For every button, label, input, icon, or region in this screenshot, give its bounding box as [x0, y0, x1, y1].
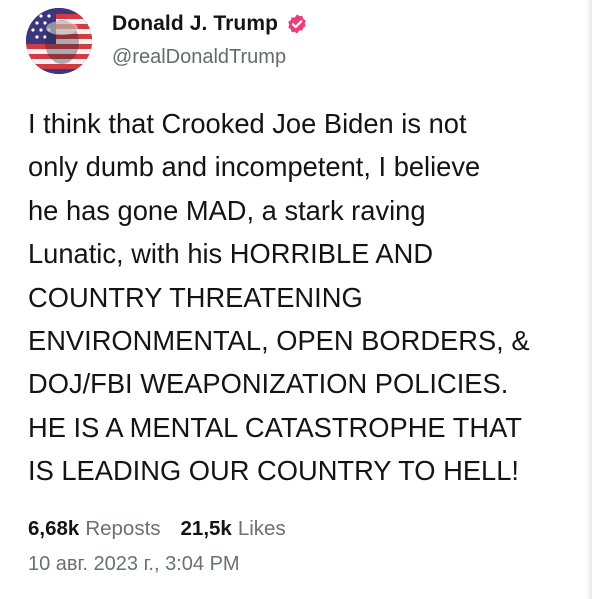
post-card: Donald J. Trump @realDonaldTrump I think… [0, 0, 592, 599]
likes-stat[interactable]: 21,5k Likes [181, 517, 286, 541]
avatar-image [26, 8, 92, 74]
post-text-line: DOJ/FBI WEAPONIZATION POLICIES. [28, 368, 509, 400]
post-text-line: ENVIRONMENTAL, OPEN BORDERS, & [28, 325, 530, 357]
post-text-line: IS LEADING OUR COUNTRY TO HELL! [28, 455, 519, 487]
post-stats: 6,68k Reposts 21,5k Likes [28, 517, 286, 541]
post-text-line: COUNTRY THREATENING [28, 281, 363, 313]
avatar[interactable] [26, 8, 92, 74]
post-text-line: Lunatic, with his HORRIBLE AND [28, 238, 434, 270]
post-text-line: I think that Crooked Joe Biden is not [28, 108, 467, 139]
post-text-line: only dumb and incompetent, I believe [28, 151, 481, 183]
reposts-stat[interactable]: 6,68k Reposts [28, 517, 161, 541]
author-display-name[interactable]: Donald J. Trump [112, 12, 278, 36]
reposts-label: Reposts [85, 517, 161, 540]
likes-label: Likes [237, 517, 286, 540]
author-handle[interactable]: @realDonaldTrump [112, 46, 286, 69]
author-name-row: Donald J. Trump [112, 12, 308, 36]
post-text-line: he has gone MAD, a stark raving [28, 194, 426, 226]
post-text: I think that Crooked Joe Biden is not on… [28, 102, 573, 493]
edge-shadow [586, 0, 592, 599]
reposts-count: 6,68k [28, 517, 80, 540]
post-timestamp[interactable]: 10 авг. 2023 г., 3:04 PM [28, 553, 240, 576]
likes-count: 21,5k [180, 517, 232, 540]
post-text-line: HE IS A MENTAL CATASTROPHE THAT [28, 411, 522, 443]
verified-badge-icon [286, 13, 308, 35]
